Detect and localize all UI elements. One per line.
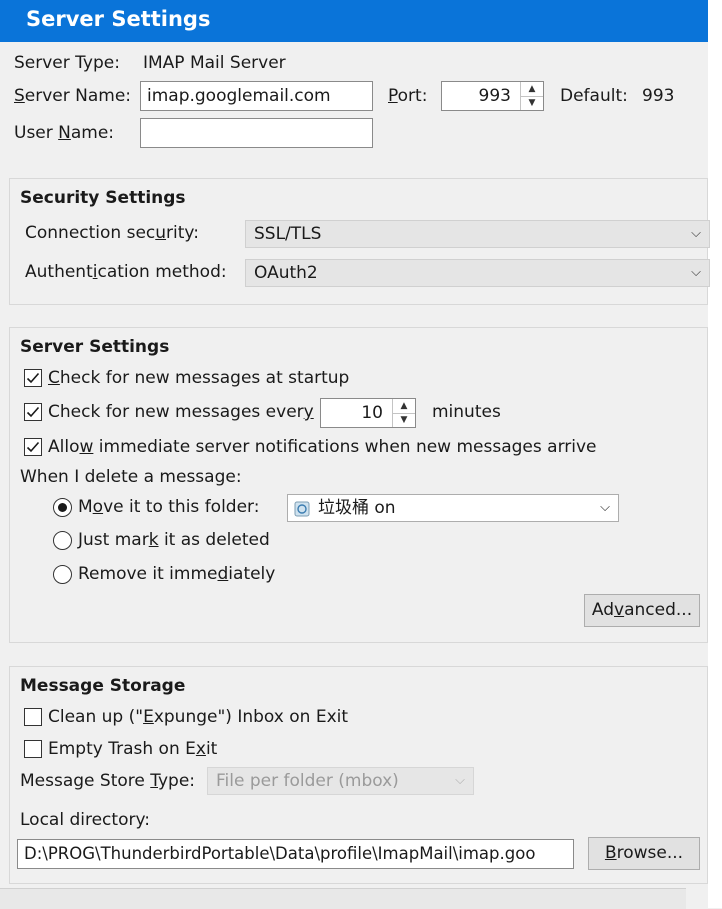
title-bar: Server Settings — [0, 0, 708, 42]
chevron-down-icon: ⌵ — [691, 265, 701, 280]
authentication-method-select[interactable]: OAuth2 ⌵ — [245, 259, 710, 287]
remove-immediately-label[interactable]: Remove it immediately — [78, 563, 275, 585]
server-type-label: Server Type: — [14, 53, 120, 73]
checkmark-icon — [26, 372, 40, 384]
radio-selected-dot — [58, 503, 67, 512]
allow-notifications-label[interactable]: Allow immediate server notifications whe… — [48, 436, 597, 458]
user-name-label: User Name: — [14, 123, 115, 143]
window-right-edge — [708, 0, 722, 908]
advanced-button[interactable]: Advanced... — [584, 594, 700, 627]
local-directory-input[interactable]: D:\PROG\ThunderbirdPortable\Data\profile… — [17, 839, 574, 869]
spin-down-icon[interactable]: ▼ — [393, 413, 415, 427]
security-settings-heading: Security Settings — [20, 188, 186, 208]
port-default-value: 993 — [642, 86, 675, 106]
browse-button[interactable]: Browse... — [588, 837, 700, 870]
chevron-down-icon: ⌵ — [455, 773, 465, 788]
trash-folder-select[interactable]: 垃圾桶 on ⌵ — [287, 494, 619, 522]
delete-message-label: When I delete a message: — [20, 467, 242, 487]
port-stepper[interactable]: 993 ▲ ▼ — [441, 81, 544, 111]
empty-trash-checkbox[interactable] — [24, 740, 42, 758]
spin-up-icon[interactable]: ▲ — [393, 399, 415, 414]
server-type-value: IMAP Mail Server — [143, 53, 286, 73]
allow-notifications-checkbox[interactable] — [24, 438, 42, 456]
port-spin-arrows[interactable]: ▲ ▼ — [520, 82, 543, 110]
just-mark-deleted-label[interactable]: Just mark it as deleted — [78, 529, 270, 551]
remove-immediately-radio[interactable] — [53, 565, 72, 584]
check-every-label[interactable]: Check for new messages every — [48, 401, 314, 423]
page-title: Server Settings — [26, 7, 211, 31]
message-storage-heading: Message Storage — [20, 676, 186, 696]
user-name-input[interactable] — [140, 118, 373, 148]
move-to-folder-label[interactable]: Move it to this folder: — [78, 496, 259, 518]
server-settings-heading: Server Settings — [20, 337, 170, 357]
connection-security-value: SSL/TLS — [254, 224, 322, 244]
check-interval-stepper[interactable]: 10 ▲ ▼ — [320, 398, 416, 428]
interval-spin-arrows[interactable]: ▲ ▼ — [392, 399, 415, 427]
check-every-checkbox[interactable] — [24, 403, 42, 421]
checkmark-icon — [26, 406, 40, 418]
horizontal-scrollbar[interactable] — [0, 888, 686, 909]
empty-trash-label[interactable]: Empty Trash on Exit — [48, 738, 217, 760]
check-startup-label[interactable]: Check for new messages at startup — [48, 367, 349, 389]
connection-security-select[interactable]: SSL/TLS ⌵ — [245, 220, 710, 248]
authentication-method-label: Authentication method: — [25, 262, 227, 282]
chevron-down-icon: ⌵ — [691, 226, 701, 241]
port-default-label: Default: — [560, 86, 628, 106]
spin-down-icon[interactable]: ▼ — [521, 96, 543, 110]
spin-up-icon[interactable]: ▲ — [521, 82, 543, 97]
trash-folder-value: 垃圾桶 on — [318, 498, 396, 518]
local-directory-label: Local directory: — [20, 810, 151, 830]
store-type-select: File per folder (mbox) ⌵ — [207, 767, 474, 795]
store-type-label: Message Store Type: — [20, 771, 196, 791]
check-interval-value: 10 — [361, 403, 383, 423]
move-to-folder-radio[interactable] — [53, 498, 72, 517]
server-name-label: Server Name: — [14, 86, 132, 106]
check-startup-checkbox[interactable] — [24, 369, 42, 387]
expunge-inbox-label[interactable]: Clean up ("Expunge") Inbox on Exit — [48, 706, 348, 728]
recycle-bin-icon — [293, 499, 311, 517]
port-label: Port: — [388, 86, 428, 106]
redacted-account — [400, 498, 592, 518]
minutes-label: minutes — [432, 402, 501, 422]
just-mark-deleted-radio[interactable] — [53, 531, 72, 550]
checkmark-icon — [26, 441, 40, 453]
connection-security-label: Connection security: — [25, 223, 199, 243]
server-name-input[interactable]: imap.googlemail.com — [140, 81, 373, 111]
store-type-value: File per folder (mbox) — [216, 771, 399, 791]
expunge-inbox-checkbox[interactable] — [24, 708, 42, 726]
port-value: 993 — [478, 86, 511, 106]
authentication-method-value: OAuth2 — [254, 263, 318, 283]
chevron-down-icon: ⌵ — [600, 500, 610, 515]
